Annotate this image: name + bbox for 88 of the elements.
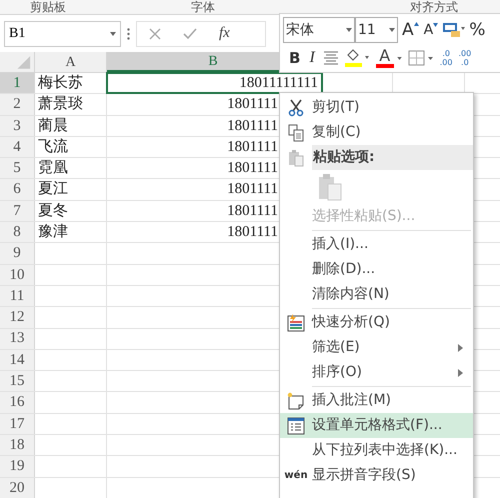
row-header[interactable]: 13: [0, 328, 35, 349]
align-center-icon[interactable]: [324, 51, 338, 65]
table-cell-text: 萧景琰: [38, 94, 83, 114]
down-triangle-icon: [433, 23, 438, 27]
bold-button[interactable]: B: [289, 50, 300, 66]
paste-icon[interactable]: [318, 173, 342, 201]
font-dropdown[interactable]: 宋体: [283, 17, 355, 43]
menu-item[interactable]: 从下拉列表中选择(K)...: [280, 438, 473, 463]
row-header[interactable]: 17: [0, 414, 35, 434]
menu-item[interactable]: 插入(I)...: [280, 232, 473, 257]
italic-button[interactable]: I: [306, 50, 318, 66]
pinyin-icon: wén: [284, 470, 308, 480]
submenu-arrow-icon: [458, 368, 463, 376]
decrease-decimal-button[interactable]: .00 .0: [458, 49, 472, 67]
row-header[interactable]: 8: [0, 222, 35, 242]
row-header[interactable]: 9: [0, 243, 35, 264]
row-header[interactable]: 14: [0, 350, 35, 370]
ribbon-group-label: 字体: [191, 1, 215, 13]
dropdown-caret-icon: [389, 28, 395, 32]
row-header[interactable]: 11: [0, 286, 35, 306]
shrink-font-button[interactable]: A: [422, 23, 440, 37]
borders-icon[interactable]: [408, 50, 434, 66]
row-header[interactable]: 16: [0, 392, 35, 413]
name-box[interactable]: B1: [4, 20, 121, 46]
table-cell-text: 蔺晨: [38, 116, 68, 136]
format-painter-icon[interactable]: [442, 22, 466, 38]
table-cell-text: 夏冬: [38, 202, 68, 221]
menu-item[interactable]: 设置单元格格式(F)...: [280, 413, 473, 438]
table-cell-text: 夏江: [38, 180, 68, 200]
row-header[interactable]: 2: [0, 94, 35, 115]
table-cell-text: 1801111: [227, 159, 278, 178]
table-cell-text: 1801111: [227, 116, 278, 136]
font-size-dropdown[interactable]: 11: [355, 17, 398, 43]
row-header[interactable]: 5: [0, 158, 35, 178]
row-header[interactable]: 6: [0, 179, 35, 200]
row-header[interactable]: 1: [0, 73, 35, 94]
check-icon[interactable]: [183, 28, 197, 40]
menu-item[interactable]: 删除(D)...: [280, 257, 473, 282]
percent-button[interactable]: %: [469, 22, 486, 38]
table-cell-text: 1801111: [227, 202, 278, 221]
dropdown-caret-icon: [110, 32, 116, 36]
table-cell-text: 1801111: [227, 180, 278, 200]
quick-analysis-icon: [287, 314, 305, 332]
table-cell-text: 豫津: [38, 222, 68, 242]
more-icon[interactable]: [127, 28, 130, 40]
menu-item[interactable]: wén 显示拼音字段(S): [280, 463, 473, 488]
menu-item[interactable]: 清除内容(N): [280, 282, 473, 307]
up-triangle-icon: [414, 22, 419, 26]
menu-item[interactable]: 筛选(E): [280, 335, 473, 360]
note-icon: [287, 392, 305, 410]
column-header[interactable]: B: [107, 52, 279, 72]
table-cell-text: 霓凰: [38, 159, 68, 178]
menu-item[interactable]: 快速分析(Q): [280, 310, 473, 335]
insert-function-button[interactable]: fx: [219, 22, 230, 45]
font-color-button[interactable]: A: [376, 48, 394, 68]
menu-item[interactable]: 插入批注(M): [280, 388, 473, 413]
dropdown-caret-icon: [346, 28, 352, 32]
paste-options-header: 粘贴选项:: [312, 145, 473, 170]
grow-font-button[interactable]: A: [401, 22, 420, 38]
increase-decimal-button[interactable]: .0 .00: [440, 49, 452, 67]
table-cell-text: 1801111: [227, 138, 278, 157]
menu-item[interactable]: 复制(C): [280, 120, 473, 145]
row-header[interactable]: 12: [0, 307, 35, 328]
clipboard-icon: [288, 148, 304, 166]
ribbon-group-label: 剪贴板: [30, 1, 66, 13]
cancel-icon[interactable]: [149, 28, 161, 40]
row-header[interactable]: 4: [0, 136, 35, 158]
row-header[interactable]: 7: [0, 200, 35, 222]
submenu-arrow-icon: [458, 344, 463, 352]
table-cell-text: 1801111: [227, 222, 278, 242]
table-cell-text: 飞流: [38, 137, 68, 157]
table-cell-text: 18011111111: [239, 74, 318, 93]
format-cells-icon: [287, 416, 305, 434]
row-header[interactable]: 10: [0, 264, 35, 285]
table-cell-text: 1801111: [227, 95, 278, 114]
row-header[interactable]: 18: [0, 435, 35, 456]
menu-item[interactable]: 排序(O): [280, 360, 473, 385]
row-header[interactable]: 20: [0, 478, 35, 498]
row-header[interactable]: 15: [0, 371, 35, 392]
dropdown-caret-icon: [396, 56, 402, 60]
table-cell-text: 梅长苏: [38, 74, 83, 93]
row-header[interactable]: 19: [0, 456, 35, 477]
row-header[interactable]: 3: [0, 116, 35, 136]
menu-item[interactable]: 剪切(T): [280, 95, 473, 120]
copy-icon: [288, 124, 304, 142]
fill-color-icon[interactable]: [344, 49, 370, 67]
ribbon-group-label: 对齐方式: [410, 1, 458, 13]
scissors-icon: [288, 98, 304, 116]
